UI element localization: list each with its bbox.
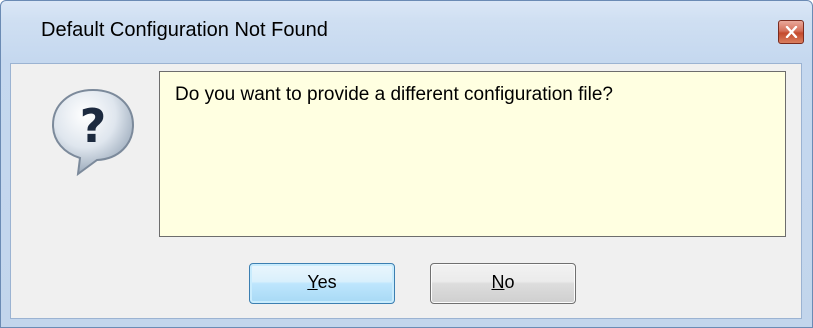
yes-button-label: es [317,272,337,292]
dialog-body: ? Do you want to provide a different con… [10,63,802,319]
yes-button[interactable]: Yes [249,263,395,304]
no-button[interactable]: No [430,263,576,304]
message-text: Do you want to provide a different confi… [175,84,613,105]
no-button-mnemonic: N [491,272,505,292]
svg-text:?: ? [80,99,107,153]
title-bar[interactable]: Default Configuration Not Found [1,1,812,63]
close-icon [785,26,798,38]
close-button[interactable] [778,20,804,44]
question-icon: ? [51,88,135,177]
message-panel: Do you want to provide a different confi… [159,71,786,237]
window-title: Default Configuration Not Found [41,19,328,41]
yes-button-mnemonic: Y [307,272,318,292]
dialog-window: Default Configuration Not Found ? Do you… [0,0,813,328]
no-button-label: o [504,272,515,292]
